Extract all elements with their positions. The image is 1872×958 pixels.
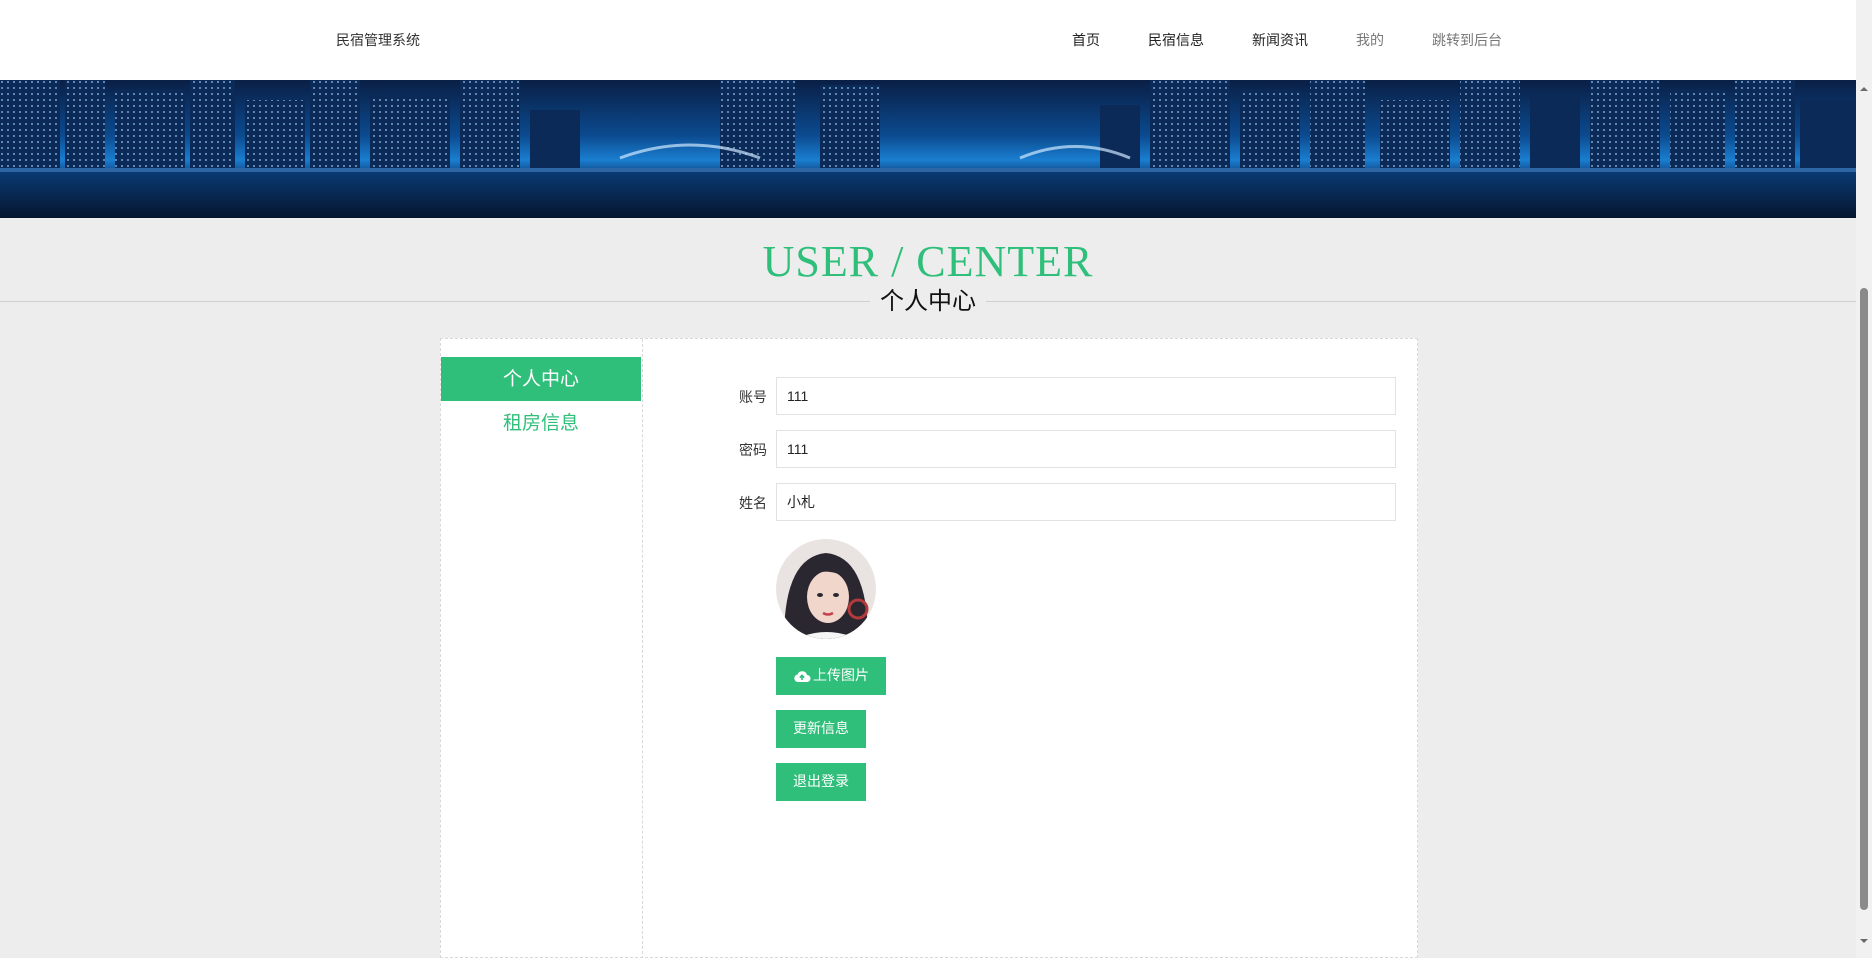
name-row: 姓名 小札 xyxy=(643,483,1417,521)
page-scrollbar[interactable] xyxy=(1856,0,1872,958)
section-heading: USER / CENTER 个人中心 xyxy=(0,218,1856,318)
sidebar-item-rental-info[interactable]: 租房信息 xyxy=(441,401,641,445)
section-title-zh-wrap: 个人中心 xyxy=(0,286,1856,316)
nav-news[interactable]: 新闻资讯 xyxy=(1252,30,1308,50)
cloud-upload-icon xyxy=(793,660,811,698)
page: 民宿管理系统 首页 民宿信息 新闻资讯 我的 跳转到后台 USER / CENT… xyxy=(0,0,1856,958)
upload-image-label: 上传图片 xyxy=(813,668,869,684)
nav-home[interactable]: 首页 xyxy=(1072,30,1100,50)
nav-homestay-info[interactable]: 民宿信息 xyxy=(1148,30,1204,50)
sidebar-item-user-center[interactable]: 个人中心 xyxy=(441,357,641,401)
nav-admin-backend[interactable]: 跳转到后台 xyxy=(1432,30,1502,50)
main-nav: 首页 民宿信息 新闻资讯 我的 跳转到后台 xyxy=(1072,30,1502,50)
password-input[interactable]: 111 xyxy=(776,430,1396,468)
name-label: 姓名 xyxy=(739,496,767,512)
banner-city-image xyxy=(0,80,1856,218)
name-input[interactable]: 小札 xyxy=(776,483,1396,521)
account-label: 账号 xyxy=(739,390,767,406)
logout-button[interactable]: 退出登录 xyxy=(776,763,866,801)
update-info-button[interactable]: 更新信息 xyxy=(776,710,866,748)
scroll-down-arrow-icon[interactable] xyxy=(1859,936,1869,946)
nav-mine[interactable]: 我的 xyxy=(1356,30,1384,50)
account-input[interactable]: 111 xyxy=(776,377,1396,415)
upload-image-button[interactable]: 上传图片 xyxy=(776,657,886,695)
account-row: 账号 111 xyxy=(643,377,1417,415)
password-label: 密码 xyxy=(739,443,767,459)
section-title-zh: 个人中心 xyxy=(870,286,986,316)
user-sidebar: 个人中心 租房信息 xyxy=(441,339,643,958)
profile-form: 账号 111 密码 111 姓名 小札 上传图片 更新信息 退出登录 xyxy=(643,339,1417,958)
password-row: 密码 111 xyxy=(643,430,1417,468)
top-navbar: 民宿管理系统 首页 民宿信息 新闻资讯 我的 跳转到后台 xyxy=(0,0,1856,80)
scroll-up-arrow-icon[interactable] xyxy=(1859,84,1869,94)
avatar xyxy=(776,539,876,639)
scroll-thumb[interactable] xyxy=(1860,288,1868,910)
site-brand[interactable]: 民宿管理系统 xyxy=(336,30,420,50)
user-center-card: 个人中心 租房信息 账号 111 密码 111 姓名 小札 上传图片 更新信息 … xyxy=(440,338,1418,958)
section-title-en: USER / CENTER xyxy=(762,237,1094,286)
